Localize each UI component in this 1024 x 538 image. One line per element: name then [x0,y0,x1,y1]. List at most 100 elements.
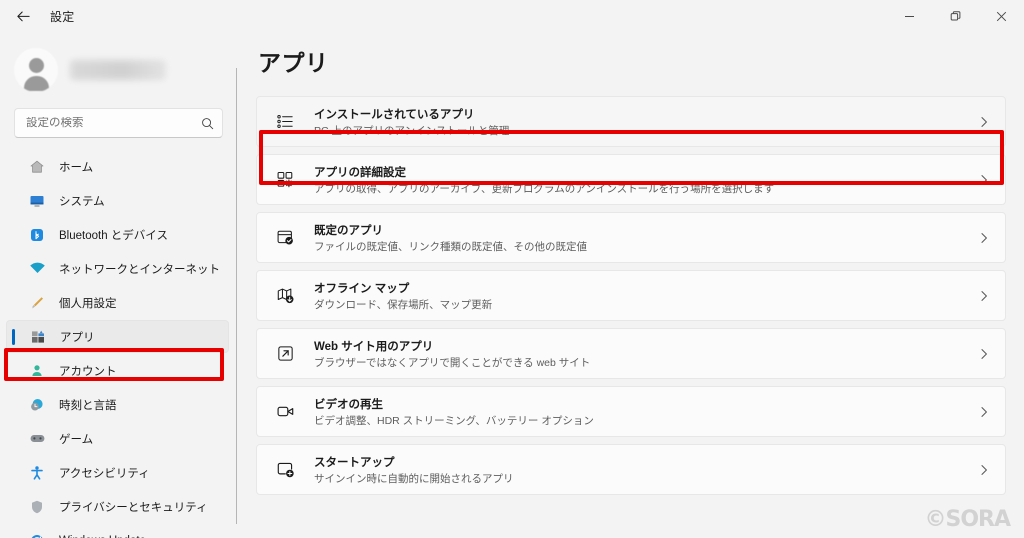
sidebar-item-system[interactable]: システム [6,184,229,217]
card-subtitle: ビデオ調整、HDR ストリーミング、バッテリー オプション [314,415,594,427]
bluetooth-icon [28,226,46,244]
sidebar-item-accounts[interactable]: アカウント [6,354,229,387]
maximize-restore-button[interactable] [932,0,978,32]
card-subtitle: サインイン時に自動的に開始されるアプリ [314,473,514,485]
card-subtitle: ダウンロード、保存場所、マップ更新 [314,299,493,311]
system-monitor-icon [28,192,46,210]
sidebar-item-label: 個人用設定 [59,297,117,310]
window-title: 設定 [50,9,75,24]
apps-gear-icon [274,169,296,191]
sidebar-item-label: プライバシーとセキュリティ [59,501,208,514]
close-button[interactable] [978,0,1024,32]
paintbrush-icon [28,294,46,312]
card-startup[interactable]: スタートアップ サインイン時に自動的に開始されるアプリ [256,444,1006,495]
card-subtitle: アプリの取得、アプリのアーカイブ、更新プログラムのアンインストールを行う場所を選… [314,183,775,195]
chevron-right-icon [978,116,990,128]
search-settings-box[interactable] [14,108,223,138]
sidebar-item-label: Windows Update [59,535,146,538]
sidebar: ホーム システム Bluetooth とデバイス [0,32,237,538]
card-text: ビデオの再生 ビデオ調整、HDR ストリーミング、バッテリー オプション [314,395,978,428]
user-name-redacted [70,60,166,80]
card-text: Web サイト用のアプリ ブラウザーではなくアプリで開くことができる web サ… [314,337,978,370]
window-controls [886,0,1024,32]
account-person-icon [28,362,46,380]
chevron-right-icon [978,174,990,186]
external-link-icon [274,343,296,365]
minimize-button[interactable] [886,0,932,32]
user-avatar-icon [14,48,58,92]
sidebar-item-label: システム [59,195,105,208]
sidebar-item-label: アクセシビリティ [59,467,150,480]
card-advanced-app-settings[interactable]: アプリの詳細設定 アプリの取得、アプリのアーカイブ、更新プログラムのアンインスト… [256,154,1006,205]
watermark: ©SORA [924,507,1011,532]
sidebar-item-privacy-security[interactable]: プライバシーとセキュリティ [6,490,229,523]
card-subtitle: ファイルの既定値、リンク種類の既定値、その他の既定値 [314,241,587,253]
sidebar-item-label: Bluetooth とデバイス [59,229,168,242]
wifi-icon [28,260,46,278]
card-title: スタートアップ [314,457,395,469]
card-title: ビデオの再生 [314,399,383,411]
chevron-right-icon [978,406,990,418]
card-video-playback[interactable]: ビデオの再生 ビデオ調整、HDR ストリーミング、バッテリー オプション [256,386,1006,437]
window-body: ホーム システム Bluetooth とデバイス [0,32,1024,538]
settings-card-list: インストールされているアプリ PC 上のアプリのアンインストールと管理 アプリの… [256,96,1024,495]
card-subtitle: ブラウザーではなくアプリで開くことができる web サイト [314,357,591,369]
sidebar-item-label: 時刻と言語 [59,399,117,412]
accessibility-icon [28,464,46,482]
card-title: Web サイト用のアプリ [314,341,434,353]
sidebar-item-label: ホーム [59,161,94,174]
map-download-icon [274,285,296,307]
sidebar-item-bluetooth[interactable]: Bluetooth とデバイス [6,218,229,251]
startup-plus-icon [274,459,296,481]
chevron-right-icon [978,348,990,360]
sidebar-item-network[interactable]: ネットワークとインターネット [6,252,229,285]
update-refresh-icon [28,532,46,538]
card-title: インストールされているアプリ [314,109,475,121]
apps-icon [29,328,47,346]
card-title: 既定のアプリ [314,225,383,237]
card-text: インストールされているアプリ PC 上のアプリのアンインストールと管理 [314,105,978,138]
search-icon [201,117,214,130]
card-text: オフライン マップ ダウンロード、保存場所、マップ更新 [314,279,978,312]
user-profile[interactable] [0,36,237,98]
clock-globe-icon [28,396,46,414]
sidebar-item-accessibility[interactable]: アクセシビリティ [6,456,229,489]
sidebar-divider [236,68,237,524]
shield-icon [28,498,46,516]
gamepad-icon [28,430,46,448]
sidebar-item-personalization[interactable]: 個人用設定 [6,286,229,319]
chevron-right-icon [978,232,990,244]
card-text: 既定のアプリ ファイルの既定値、リンク種類の既定値、その他の既定値 [314,221,978,254]
sidebar-item-time-language[interactable]: 時刻と言語 [6,388,229,421]
card-title: アプリの詳細設定 [314,167,406,179]
window-check-icon [274,227,296,249]
card-text: スタートアップ サインイン時に自動的に開始されるアプリ [314,453,978,486]
search-input[interactable] [26,117,201,129]
card-apps-for-websites[interactable]: Web サイト用のアプリ ブラウザーではなくアプリで開くことができる web サ… [256,328,1006,379]
card-offline-maps[interactable]: オフライン マップ ダウンロード、保存場所、マップ更新 [256,270,1006,321]
video-camera-icon [274,401,296,423]
sidebar-item-label: アプリ [60,331,95,344]
card-subtitle: PC 上のアプリのアンインストールと管理 [314,125,510,137]
sidebar-item-windows-update[interactable]: Windows Update [6,524,229,538]
card-installed-apps[interactable]: インストールされているアプリ PC 上のアプリのアンインストールと管理 [256,96,1006,147]
sidebar-item-label: ネットワークとインターネット [59,263,220,276]
card-default-apps[interactable]: 既定のアプリ ファイルの既定値、リンク種類の既定値、その他の既定値 [256,212,1006,263]
sidebar-item-label: アカウント [59,365,117,378]
back-button[interactable] [6,1,40,31]
chevron-right-icon [978,290,990,302]
sidebar-item-home[interactable]: ホーム [6,150,229,183]
sidebar-nav: ホーム システム Bluetooth とデバイス ネットワークとインターネット … [0,150,237,538]
page-title: アプリ [258,50,329,76]
home-icon [28,158,46,176]
bulleted-list-icon [274,111,296,133]
sidebar-item-label: ゲーム [59,433,94,446]
card-title: オフライン マップ [314,283,410,295]
chevron-right-icon [978,464,990,476]
title-bar: 設定 [0,0,1024,32]
card-text: アプリの詳細設定 アプリの取得、アプリのアーカイブ、更新プログラムのアンインスト… [314,163,978,196]
content-area: アプリ インストールされているアプリ PC 上のアプリのアンインストールと管理 [237,32,1024,538]
sidebar-item-gaming[interactable]: ゲーム [6,422,229,455]
settings-window: 設定 設定の検索 ホーム システム Bluetooth とデバイス ネットワーク… [0,0,1024,538]
sidebar-item-apps[interactable]: アプリ [6,320,229,353]
